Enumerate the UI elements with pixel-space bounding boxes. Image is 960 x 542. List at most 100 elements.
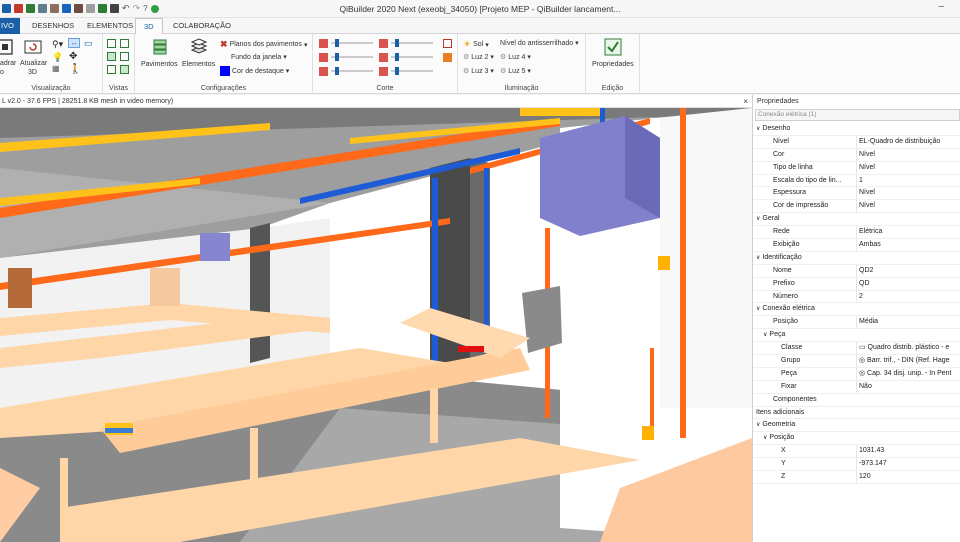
property-value[interactable]: QD: [856, 277, 960, 290]
property-value[interactable]: EL-Quadro de distribuição: [856, 135, 960, 148]
camera-icon[interactable]: ⚲▾: [52, 39, 63, 50]
highlight-color-button[interactable]: Cor de destaque ▾: [220, 66, 289, 76]
property-value[interactable]: 120: [856, 471, 960, 483]
walk-icon[interactable]: 🚶: [69, 64, 81, 75]
property-category[interactable]: ∨ Geometria: [753, 419, 960, 433]
properties-button[interactable]: Propriedades: [592, 61, 634, 68]
floors-button[interactable]: Pavimentos: [141, 61, 178, 68]
sun-button[interactable]: ☀ Sol ▾: [463, 39, 489, 50]
property-category[interactable]: ∨ Desenho: [753, 123, 960, 136]
light4-button[interactable]: ⚙ Luz 4 ▾: [500, 53, 531, 62]
view-front-icon[interactable]: [107, 39, 116, 48]
grid-icon[interactable]: ▦: [52, 64, 60, 73]
property-value[interactable]: 1: [856, 174, 960, 187]
chevron-down-icon[interactable]: ∨: [756, 126, 760, 132]
property-category[interactable]: ∨ Geral: [753, 213, 960, 227]
electrical-box[interactable]: [522, 286, 562, 353]
minimize-button[interactable]: –: [938, 1, 944, 12]
floors-icon[interactable]: [151, 38, 169, 56]
property-value[interactable]: Nível: [856, 187, 960, 200]
property-row[interactable]: Cor Nível: [753, 148, 960, 162]
floor-planes-button[interactable]: ✖ Planos dos pavimentos ▾: [220, 39, 307, 50]
outlet-red[interactable]: [458, 346, 484, 352]
property-row[interactable]: Exibição Ambas: [753, 239, 960, 252]
property-value[interactable]: 2: [856, 290, 960, 303]
junction-box-2[interactable]: [642, 426, 654, 440]
cut-x2-icon[interactable]: [379, 39, 388, 48]
property-row[interactable]: Peça ◎ Cap. 34 disj. unip. - In Pent: [753, 367, 960, 381]
property-row[interactable]: X 1031.43: [753, 445, 960, 459]
elements-icon[interactable]: [190, 38, 208, 56]
cut-slider-2[interactable]: [331, 53, 373, 61]
refresh-3d-icon[interactable]: [24, 38, 42, 56]
chevron-down-icon[interactable]: ∨: [756, 422, 760, 428]
property-row[interactable]: Rede Elétrica: [753, 226, 960, 240]
view-left-icon[interactable]: [107, 52, 116, 61]
property-row[interactable]: Nível EL-Quadro de distribuição: [753, 135, 960, 149]
light5-button[interactable]: ⚙ Luz 5 ▾: [500, 67, 531, 76]
property-category[interactable]: ∨ Peça: [753, 329, 960, 343]
cut-slider-6[interactable]: [391, 67, 433, 75]
light3-button[interactable]: ⚙ Luz 3 ▾: [463, 67, 494, 76]
cut-slider-1[interactable]: [331, 39, 373, 47]
chevron-down-icon[interactable]: ∨: [763, 332, 767, 338]
property-category[interactable]: ∨ Conexão elétrica: [753, 303, 960, 317]
3d-scene[interactable]: [0, 108, 752, 542]
property-row[interactable]: Classe ▭ Quadro distrib. plástico - e: [753, 342, 960, 356]
property-value[interactable]: Nível: [856, 161, 960, 174]
property-row[interactable]: Nome QD2: [753, 264, 960, 278]
chevron-down-icon[interactable]: ∨: [756, 216, 760, 222]
chevron-down-icon[interactable]: ∨: [756, 255, 760, 261]
property-row[interactable]: Número 2: [753, 290, 960, 304]
elements-button[interactable]: Elementos: [182, 61, 215, 68]
property-value[interactable]: 1031.43: [856, 445, 960, 458]
property-row[interactable]: Posição Média: [753, 316, 960, 330]
view-iso-icon[interactable]: [120, 65, 129, 74]
antialias-button[interactable]: Nível do antisserrilhado ▾: [500, 39, 579, 48]
property-category[interactable]: ∨ Posição: [753, 432, 960, 446]
property-value[interactable]: Nível: [856, 148, 960, 161]
cut-slider-3[interactable]: [331, 67, 373, 75]
selection-dropdown[interactable]: Conexão elétrica (1): [755, 109, 960, 121]
tab-3d[interactable]: 3D: [135, 18, 163, 35]
cut-z2-icon[interactable]: [379, 67, 388, 76]
monitor-icon[interactable]: ▭: [84, 38, 93, 49]
property-value[interactable]: Ambas: [856, 239, 960, 251]
tab-colaboracao[interactable]: COLABORAÇÃO: [165, 18, 239, 34]
zoom-extents-icon[interactable]: [0, 38, 14, 56]
property-row[interactable]: Grupo ◎ Barr. trif., - DIN (Ref. Hage: [753, 355, 960, 368]
cut-y2-icon[interactable]: [379, 53, 388, 62]
property-category[interactable]: ∨ Identificação: [753, 251, 960, 265]
chevron-down-icon[interactable]: ∨: [763, 435, 767, 441]
cut-x-icon[interactable]: [319, 39, 328, 48]
property-value[interactable]: QD2: [856, 264, 960, 277]
refresh-3d-label[interactable]: Atualizar: [20, 60, 47, 67]
close-viewport-button[interactable]: ×: [743, 95, 748, 108]
tab-desenhos[interactable]: DESENHOS: [24, 18, 82, 34]
pan-icon[interactable]: ✥: [69, 51, 77, 62]
chevron-down-icon[interactable]: ∨: [756, 306, 760, 312]
property-row[interactable]: Componentes: [753, 394, 960, 407]
tab-elementos[interactable]: ELEMENTOS: [79, 18, 141, 34]
tab-file[interactable]: IVO: [0, 18, 20, 34]
view-right-icon[interactable]: [120, 52, 129, 61]
light2-button[interactable]: ⚙ Luz 2 ▾: [463, 53, 494, 62]
cut-slider-4[interactable]: [391, 39, 433, 47]
small-panel-box[interactable]: [200, 233, 230, 261]
property-value[interactable]: Elétrica: [856, 226, 960, 239]
view-top-icon[interactable]: [107, 65, 116, 74]
3d-viewport[interactable]: [0, 108, 752, 542]
cut-box-icon[interactable]: [443, 39, 452, 48]
property-value[interactable]: -973.147: [856, 458, 960, 471]
property-value[interactable]: Nível: [856, 200, 960, 213]
property-value[interactable]: Não: [856, 380, 960, 393]
property-row[interactable]: Escala do tipo de lin... 1: [753, 174, 960, 188]
property-row[interactable]: Y -973.147: [753, 458, 960, 472]
property-value[interactable]: ◎ Barr. trif., - DIN (Ref. Hage: [856, 355, 960, 367]
property-row[interactable]: Prefixo QD: [753, 277, 960, 291]
cut-y-icon[interactable]: [319, 53, 328, 62]
property-row[interactable]: Z 120: [753, 471, 960, 484]
window-background-button[interactable]: Fundo da janela ▾: [231, 53, 287, 62]
cut-fill-icon[interactable]: [443, 53, 452, 62]
light-icon[interactable]: 💡: [52, 52, 63, 63]
